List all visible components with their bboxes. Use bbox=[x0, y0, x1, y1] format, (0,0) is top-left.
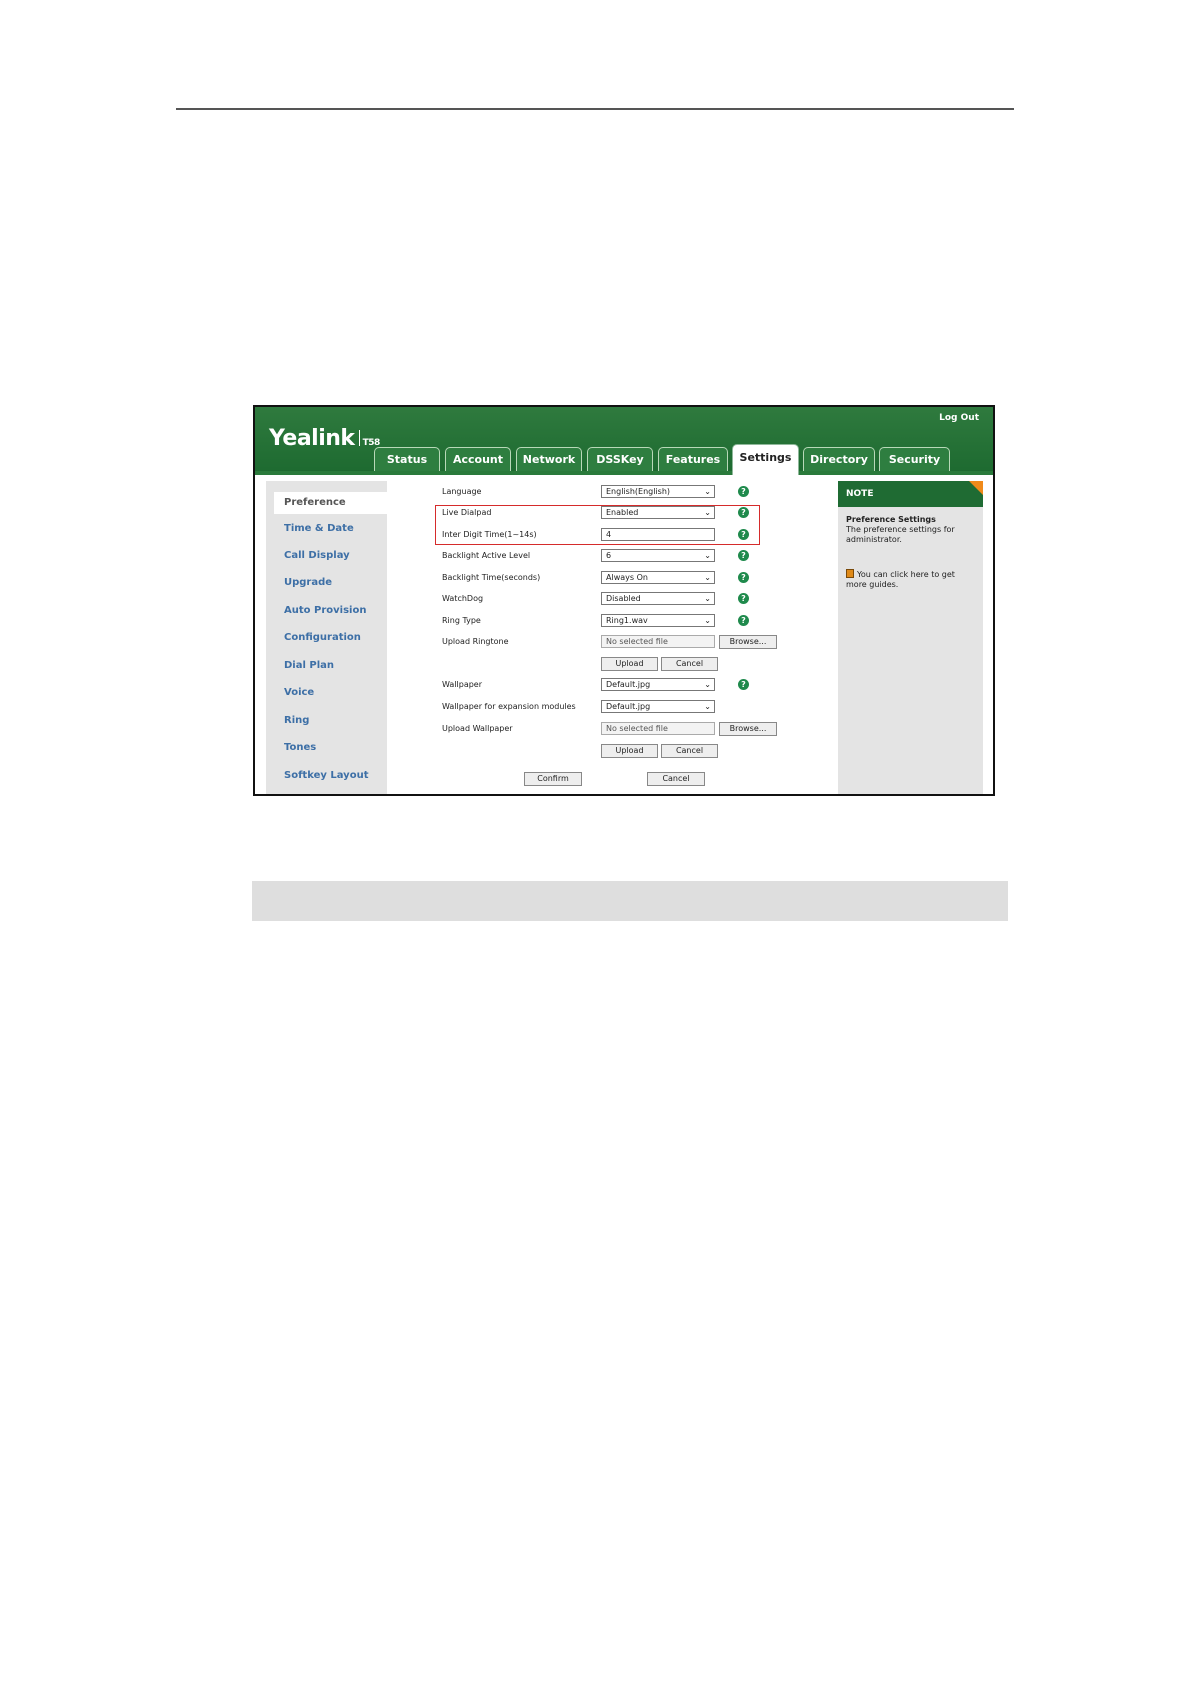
sidebar-item-upgrade[interactable]: Upgrade bbox=[284, 577, 332, 588]
help-icon[interactable]: ? bbox=[738, 593, 749, 604]
backlight-time-select[interactable]: Always On ⌄ bbox=[601, 571, 715, 584]
yealink-logo: Yealink T58 bbox=[269, 426, 380, 451]
backlight-time-label: Backlight Time(seconds) bbox=[442, 573, 541, 582]
note-header: NOTE bbox=[838, 481, 983, 507]
wallpaper-select[interactable]: Default.jpg ⌄ bbox=[601, 678, 715, 691]
backlight-level-value: 6 bbox=[606, 551, 612, 560]
note-title: Preference Settings bbox=[846, 515, 936, 524]
tab-network[interactable]: Network bbox=[516, 447, 582, 471]
help-icon[interactable]: ? bbox=[738, 529, 749, 540]
sidebar-item-auto-provision[interactable]: Auto Provision bbox=[284, 605, 366, 616]
cancel-button[interactable]: Cancel bbox=[647, 772, 705, 786]
help-icon[interactable]: ? bbox=[738, 486, 749, 497]
sidebar-item-configuration[interactable]: Configuration bbox=[284, 632, 361, 643]
help-icon[interactable]: ? bbox=[738, 679, 749, 690]
ringtone-browse-button[interactable]: Browse... bbox=[719, 635, 777, 649]
sidebar-item-time-date[interactable]: Time & Date bbox=[284, 523, 354, 534]
wallpaper-upload-button[interactable]: Upload bbox=[601, 744, 658, 758]
sidebar-item-voice[interactable]: Voice bbox=[284, 687, 314, 698]
header-rule bbox=[176, 108, 1014, 110]
language-select[interactable]: English(English) ⌄ bbox=[601, 485, 715, 498]
help-icon[interactable]: ? bbox=[738, 507, 749, 518]
wallpaper-file-field[interactable]: No selected file bbox=[601, 722, 715, 735]
tab-directory[interactable]: Directory bbox=[803, 447, 875, 471]
tab-dsskey[interactable]: DSSKey bbox=[587, 447, 653, 471]
wallpaper-exp-value: Default.jpg bbox=[606, 702, 651, 711]
sidebar-item-dial-plan[interactable]: Dial Plan bbox=[284, 660, 334, 671]
ringtone-upload-button[interactable]: Upload bbox=[601, 657, 658, 671]
upload-wallpaper-label: Upload Wallpaper bbox=[442, 724, 513, 733]
gray-note-bar bbox=[252, 881, 1008, 921]
backlight-level-label: Backlight Active Level bbox=[442, 551, 531, 560]
ringtone-cancel-button[interactable]: Cancel bbox=[661, 657, 718, 671]
tab-security[interactable]: Security bbox=[879, 447, 950, 471]
top-bar: Yealink T58 Log Out Status Account Networ… bbox=[255, 407, 993, 473]
wallpaper-label: Wallpaper bbox=[442, 680, 483, 689]
sidebar-item-tones[interactable]: Tones bbox=[284, 742, 316, 753]
wallpaper-exp-label: Wallpaper for expansion modules bbox=[442, 702, 576, 711]
wallpaper-cancel-button[interactable]: Cancel bbox=[661, 744, 718, 758]
wallpaper-exp-select[interactable]: Default.jpg ⌄ bbox=[601, 700, 715, 713]
chevron-down-icon: ⌄ bbox=[704, 551, 711, 560]
wallpaper-browse-button[interactable]: Browse... bbox=[719, 722, 777, 736]
watchdog-select[interactable]: Disabled ⌄ bbox=[601, 592, 715, 605]
ring-type-label: Ring Type bbox=[442, 616, 481, 625]
chevron-down-icon: ⌄ bbox=[704, 487, 711, 496]
guide-book-icon bbox=[846, 569, 854, 578]
note-guide-link[interactable]: You can click here to get more guides. bbox=[846, 569, 978, 590]
chevron-down-icon: ⌄ bbox=[704, 616, 711, 625]
sidebar-item-ring[interactable]: Ring bbox=[284, 715, 309, 726]
ring-type-select[interactable]: Ring1.wav ⌄ bbox=[601, 614, 715, 627]
tab-underline bbox=[255, 471, 993, 475]
wallpaper-value: Default.jpg bbox=[606, 680, 651, 689]
tab-account[interactable]: Account bbox=[445, 447, 511, 471]
backlight-level-select[interactable]: 6 ⌄ bbox=[601, 549, 715, 562]
watchdog-label: WatchDog bbox=[442, 594, 484, 603]
sidebar-item-call-display[interactable]: Call Display bbox=[284, 550, 350, 561]
live-dialpad-value: Enabled bbox=[606, 508, 639, 517]
confirm-button[interactable]: Confirm bbox=[524, 772, 582, 786]
ringtone-file-field[interactable]: No selected file bbox=[601, 635, 715, 648]
settings-sidebar: Preference Time & Date Call Display Upgr… bbox=[266, 481, 387, 794]
note-text: The preference settings for administrato… bbox=[846, 525, 955, 544]
chevron-down-icon: ⌄ bbox=[704, 702, 711, 711]
upload-ringtone-label: Upload Ringtone bbox=[442, 637, 509, 646]
chevron-down-icon: ⌄ bbox=[704, 680, 711, 689]
chevron-down-icon: ⌄ bbox=[704, 573, 711, 582]
watchdog-value: Disabled bbox=[606, 594, 641, 603]
logout-link[interactable]: Log Out bbox=[939, 413, 979, 423]
language-label: Language bbox=[442, 487, 482, 496]
tab-features[interactable]: Features bbox=[658, 447, 728, 471]
tab-settings[interactable]: Settings bbox=[732, 444, 799, 475]
chevron-down-icon: ⌄ bbox=[704, 508, 711, 517]
note-corner-flag bbox=[969, 481, 983, 495]
help-icon[interactable]: ? bbox=[738, 550, 749, 561]
help-icon[interactable]: ? bbox=[738, 615, 749, 626]
chevron-down-icon: ⌄ bbox=[704, 594, 711, 603]
language-value: English(English) bbox=[606, 487, 671, 496]
tab-status[interactable]: Status bbox=[374, 447, 440, 471]
ring-type-value: Ring1.wav bbox=[606, 616, 648, 625]
live-dialpad-label: Live Dialpad bbox=[442, 508, 492, 517]
inter-digit-label: Inter Digit Time(1~14s) bbox=[442, 530, 537, 539]
note-panel: NOTE Preference Settings The preference … bbox=[838, 481, 983, 794]
backlight-time-value: Always On bbox=[606, 573, 648, 582]
sidebar-item-preference[interactable]: Preference bbox=[274, 492, 387, 514]
sidebar-item-softkey-layout[interactable]: Softkey Layout bbox=[284, 770, 368, 781]
inter-digit-input[interactable]: 4 bbox=[601, 528, 715, 541]
note-guide-text: You can click here to get more guides. bbox=[846, 570, 955, 589]
web-ui-screenshot: Yealink T58 Log Out Status Account Networ… bbox=[253, 405, 995, 796]
help-icon[interactable]: ? bbox=[738, 572, 749, 583]
live-dialpad-select[interactable]: Enabled ⌄ bbox=[601, 506, 715, 519]
